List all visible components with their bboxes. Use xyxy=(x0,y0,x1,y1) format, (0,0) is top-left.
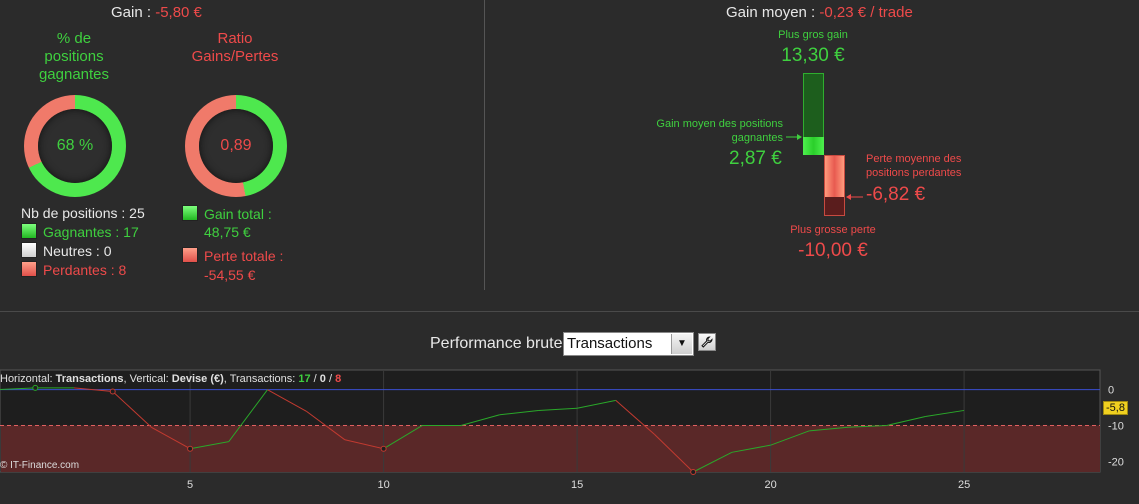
wrench-icon[interactable] xyxy=(698,333,716,351)
y-tick-label: -20 xyxy=(1108,456,1124,468)
info-v-value: Devise (€) xyxy=(171,373,224,385)
arrow-right-icon xyxy=(786,134,802,140)
last-value-badge: -5,8 xyxy=(1103,401,1128,415)
gagnantes-text: Gagnantes : 17 xyxy=(43,224,139,240)
gain-total-label: Gain total : xyxy=(204,206,272,222)
x-tick-label: 10 xyxy=(377,479,389,491)
info-h-value: Transactions xyxy=(55,373,124,385)
green-square-icon xyxy=(21,223,37,239)
gain-total-row: Gain total : xyxy=(182,205,272,224)
gain-total-value: 48,75 € xyxy=(204,224,251,240)
info-prefix-v: , Vertical: xyxy=(123,373,172,385)
ratio-title: Ratio Gains/Pertes xyxy=(191,30,279,65)
arrow-left-icon xyxy=(846,194,863,200)
info-t-sep1: / xyxy=(310,373,320,385)
gain-moyen-pos-label: Gain moyen des positions gagnantes xyxy=(656,118,783,144)
ratio-value: 0,89 xyxy=(199,109,273,183)
loss-max-bar-fill xyxy=(825,197,844,215)
chevron-down-icon[interactable]: ▼ xyxy=(671,334,692,354)
red-square-icon xyxy=(182,247,198,263)
gain-moyen-value: -0,23 € / trade xyxy=(819,4,913,21)
gain-moyen-bar-fill xyxy=(803,137,824,155)
chart-info-line: Horizontal: Transactions, Vertical: Devi… xyxy=(0,373,341,385)
info-prefix-h: Horizontal: xyxy=(0,373,56,385)
perte-totale-row: Perte totale : xyxy=(182,247,283,266)
copyright: © IT-Finance.com xyxy=(0,460,80,471)
series-point xyxy=(187,445,194,452)
perdantes-text: Perdantes : 8 xyxy=(43,262,127,278)
series-point xyxy=(109,388,116,395)
series-point xyxy=(32,384,39,391)
gain-value: -5,80 € xyxy=(155,4,202,21)
green-square-icon xyxy=(182,205,198,221)
info-prefix-t: , Transactions: xyxy=(223,373,299,385)
perte-moyenne-label: Perte moyenne des positions perdantes xyxy=(866,153,962,179)
plus-grosse-perte-value: -10,00 € xyxy=(798,240,868,261)
x-tick-label: 5 xyxy=(187,479,193,491)
y-tick-label: 0 xyxy=(1108,385,1114,397)
ratio-ring: 0,89 xyxy=(185,95,287,197)
neutres-row: Neutres : 0 xyxy=(21,242,111,261)
white-square-icon xyxy=(21,242,37,258)
win-pct-title: % de positions gagnantes xyxy=(38,30,110,83)
info-t-loss: 8 xyxy=(335,373,342,385)
performance-select[interactable]: Transactions ▼ xyxy=(563,332,694,356)
series-point xyxy=(380,445,387,452)
gagnantes-row: Gagnantes : 17 xyxy=(21,223,139,242)
gain-title: Gain : -5,80 € xyxy=(111,3,202,22)
perte-moyenne-value: -6,82 € xyxy=(866,184,926,205)
gain-label: Gain : xyxy=(111,4,152,21)
x-tick-label: 15 xyxy=(571,479,583,491)
x-tick-label: 25 xyxy=(958,479,970,491)
win-pct-value: 68 % xyxy=(38,109,112,183)
plus-gros-gain-label: Plus gros gain xyxy=(778,29,848,41)
perte-totale-label: Perte totale : xyxy=(204,248,284,264)
red-square-icon xyxy=(21,261,37,277)
gain-moyen-title: Gain moyen : -0,23 € / trade xyxy=(726,4,913,21)
section-divider xyxy=(484,0,485,290)
performance-chart: 5 10 15 20 25 0 -10 -20 xyxy=(0,369,1124,491)
info-t-win: 17 xyxy=(298,373,311,385)
series-point xyxy=(690,469,697,475)
perte-totale-value: -54,55 € xyxy=(204,267,256,283)
horizontal-divider xyxy=(0,311,1139,312)
neutres-text: Neutres : 0 xyxy=(43,243,112,259)
plus-grosse-perte-label: Plus grosse perte xyxy=(790,224,876,236)
performance-label: Performance brute xyxy=(430,335,563,352)
nb-positions: Nb de positions : 25 xyxy=(21,205,145,221)
info-t-sep2: / xyxy=(325,373,336,385)
y-tick-label: -10 xyxy=(1108,420,1124,432)
gain-moyen-label: Gain moyen : xyxy=(726,4,816,21)
performance-select-value: Transactions xyxy=(567,335,653,352)
plus-gros-gain-value: 13,30 € xyxy=(781,45,845,66)
x-tick-label: 20 xyxy=(764,479,776,491)
perdantes-row: Perdantes : 8 xyxy=(21,261,126,280)
win-pct-ring: 68 % xyxy=(24,95,126,197)
loss-zone xyxy=(1,425,1100,472)
gain-moyen-pos-value: 2,87 € xyxy=(729,148,782,169)
